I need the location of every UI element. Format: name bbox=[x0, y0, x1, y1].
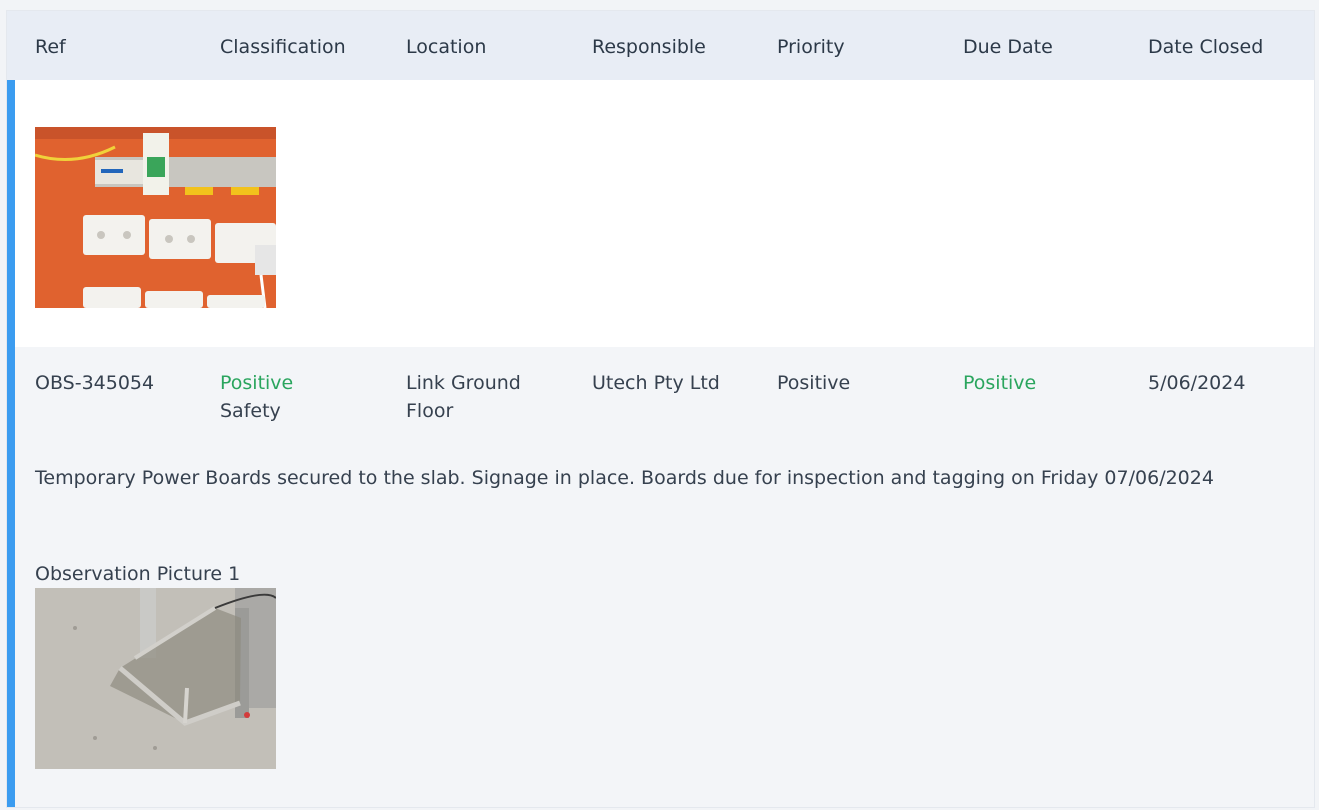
picture-caption: Observation Picture 1 bbox=[35, 563, 241, 585]
header-ref[interactable]: Ref bbox=[35, 11, 66, 80]
cell-due-date: Positive bbox=[963, 372, 1037, 394]
location-line-1: Link Ground bbox=[406, 372, 521, 394]
cell-ref[interactable]: OBS-345054 bbox=[35, 369, 154, 397]
observation-table: Ref Classification Location Responsible … bbox=[6, 10, 1315, 808]
header-priority[interactable]: Priority bbox=[777, 11, 845, 80]
classification-category: Safety bbox=[220, 400, 281, 422]
table-header: Ref Classification Location Responsible … bbox=[7, 11, 1314, 80]
location-line-2: Floor bbox=[406, 400, 454, 422]
header-location[interactable]: Location bbox=[406, 11, 486, 80]
header-due-date[interactable]: Due Date bbox=[963, 11, 1053, 80]
header-responsible[interactable]: Responsible bbox=[592, 11, 706, 80]
slab-photo[interactable] bbox=[35, 588, 276, 769]
cell-location: Link Ground Floor bbox=[406, 369, 521, 425]
row-accent-bar bbox=[7, 80, 15, 512]
cell-classification: Positive Safety bbox=[220, 369, 293, 425]
power-board-photo[interactable] bbox=[35, 127, 276, 308]
classification-positive: Positive bbox=[220, 372, 294, 394]
header-date-closed[interactable]: Date Closed bbox=[1148, 11, 1263, 80]
cell-responsible: Utech Pty Ltd bbox=[592, 372, 720, 394]
cell-date-closed: 5/06/2024 bbox=[1148, 372, 1246, 394]
observation-description: Temporary Power Boards secured to the sl… bbox=[35, 467, 1214, 489]
row-accent-bar-lower bbox=[7, 512, 15, 807]
header-classification[interactable]: Classification bbox=[220, 11, 346, 80]
cell-priority: Positive bbox=[777, 372, 851, 394]
